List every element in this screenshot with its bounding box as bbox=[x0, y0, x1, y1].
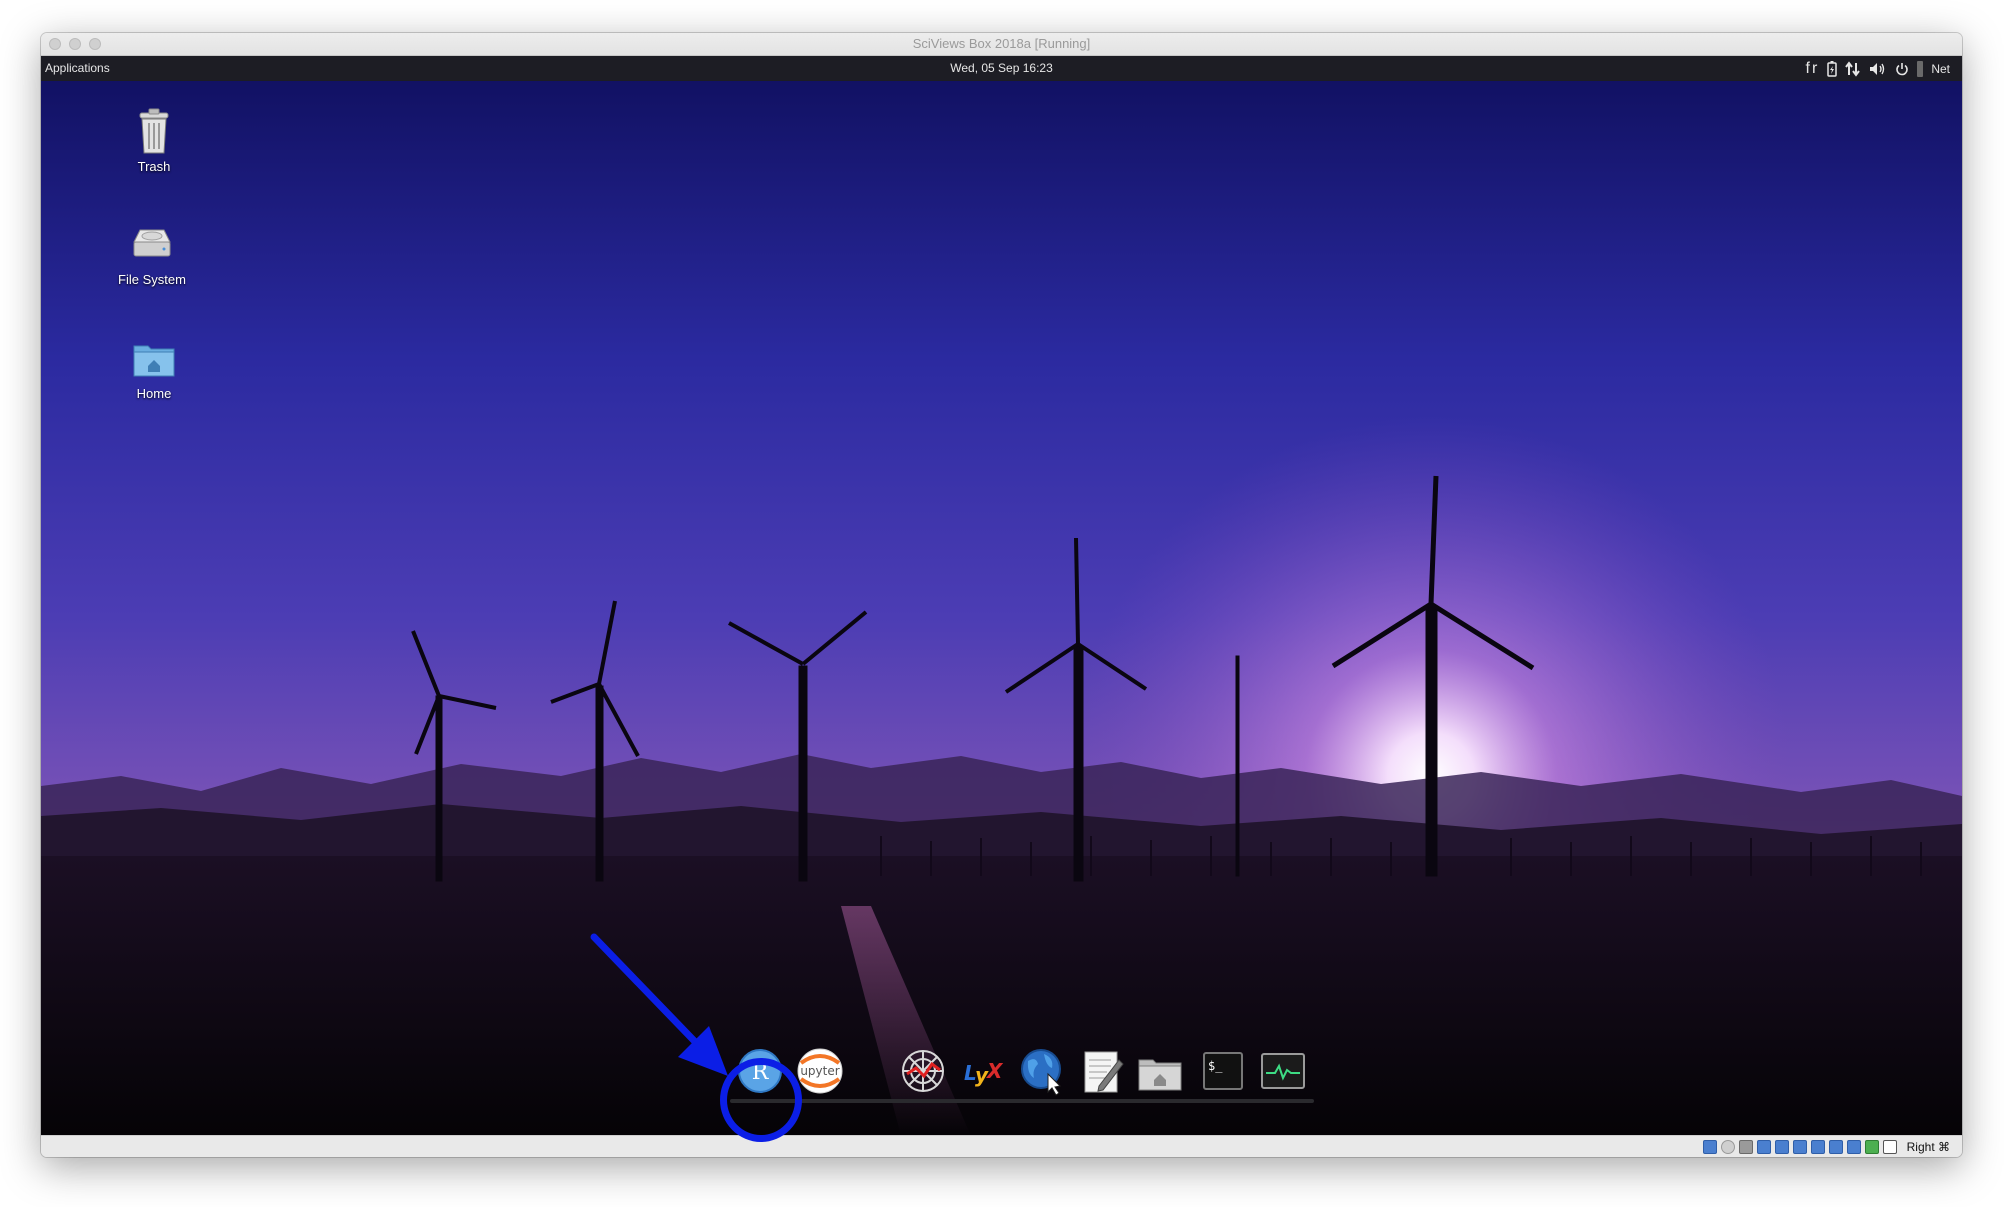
keyboard-capture-icon[interactable] bbox=[1882, 1139, 1897, 1154]
jupyter-glyph: upyter bbox=[800, 1064, 839, 1078]
window-title: SciViews Box 2018a [Running] bbox=[912, 36, 1091, 51]
guest-screen: Applications Wed, 05 Sep 16:23 fr Net Tr… bbox=[41, 56, 1962, 1136]
shared-folders-icon[interactable] bbox=[1792, 1139, 1807, 1154]
power-icon[interactable] bbox=[1895, 58, 1909, 79]
desktop-icon-label: Home bbox=[136, 386, 172, 401]
screenshot-page: SciViews Box 2018a [Running] Application… bbox=[0, 0, 2004, 1207]
desktop-icon-label: Trash bbox=[137, 159, 171, 174]
dock-item-terminal[interactable]: $_ bbox=[1199, 1046, 1249, 1096]
r-glyph: R bbox=[752, 1060, 770, 1085]
trash-icon bbox=[130, 107, 178, 155]
home-folder-icon bbox=[130, 334, 178, 382]
volume-icon[interactable] bbox=[1869, 58, 1887, 79]
globe-icon bbox=[1021, 1049, 1062, 1096]
panel-separator bbox=[1917, 60, 1924, 77]
dock-item-file-manager[interactable] bbox=[1135, 1046, 1185, 1096]
desktop-icon-label: File System bbox=[118, 272, 186, 287]
dock-item-web-browser[interactable] bbox=[1018, 1046, 1068, 1096]
desktop-icon-home[interactable]: Home bbox=[99, 334, 209, 401]
host-key-label[interactable]: Right ⌘ bbox=[1907, 1140, 1950, 1154]
guest-additions-icon[interactable] bbox=[1864, 1139, 1879, 1154]
desktop-wallpaper bbox=[41, 56, 1962, 1136]
home-folder-icon bbox=[1138, 1059, 1182, 1091]
virtualbox-status-bar: Right ⌘ bbox=[41, 1135, 1962, 1157]
cpu-icon[interactable] bbox=[1846, 1139, 1861, 1154]
dock-item-task-manager[interactable] bbox=[1258, 1046, 1308, 1096]
video-capture-icon[interactable] bbox=[1828, 1139, 1843, 1154]
terminal-glyph: $_ bbox=[1208, 1059, 1223, 1073]
audio-icon[interactable] bbox=[1738, 1139, 1753, 1154]
usb-icon[interactable] bbox=[1774, 1139, 1789, 1154]
network-adapter-icon[interactable] bbox=[1756, 1139, 1771, 1154]
desktop-icon-trash[interactable]: Trash bbox=[99, 107, 209, 174]
jupyter-icon: upyter bbox=[797, 1048, 843, 1094]
lyx-icon: L y X bbox=[964, 1059, 1004, 1087]
desktop-icon-file-system[interactable]: File System bbox=[97, 220, 207, 287]
network-transfer-icon[interactable] bbox=[1845, 58, 1861, 79]
text-editor-icon bbox=[1084, 1051, 1124, 1093]
virtualbox-titlebar[interactable]: SciViews Box 2018a [Running] bbox=[41, 33, 1962, 56]
dock-item-zotero-web[interactable] bbox=[898, 1046, 948, 1096]
svg-text:X: X bbox=[985, 1059, 1004, 1083]
status-icons: Right ⌘ bbox=[1702, 1138, 1950, 1155]
display-icon[interactable] bbox=[1810, 1139, 1825, 1154]
optical-drive-icon[interactable] bbox=[1720, 1139, 1735, 1154]
dock-item-lyx[interactable]: L y X bbox=[958, 1046, 1008, 1096]
dock-item-rstudio[interactable]: R bbox=[735, 1046, 785, 1096]
r-icon: R bbox=[738, 1049, 782, 1093]
dock-item-jupyter[interactable]: upyter bbox=[795, 1046, 845, 1096]
activity-monitor-icon bbox=[1261, 1053, 1305, 1089]
drive-icon bbox=[128, 220, 176, 268]
system-tray: fr Net bbox=[1806, 58, 1950, 79]
dock-item-text-editor[interactable] bbox=[1077, 1046, 1127, 1096]
network-label[interactable]: Net bbox=[1931, 58, 1950, 79]
terminal-icon: $_ bbox=[1203, 1052, 1243, 1090]
battery-icon[interactable] bbox=[1827, 58, 1838, 79]
top-panel: Applications Wed, 05 Sep 16:23 fr Net bbox=[41, 56, 1962, 81]
web-icon bbox=[902, 1050, 944, 1092]
panel-clock[interactable]: Wed, 05 Sep 16:23 bbox=[41, 61, 1962, 75]
hard-disk-icon[interactable] bbox=[1702, 1139, 1717, 1154]
virtualbox-window: SciViews Box 2018a [Running] Application… bbox=[41, 33, 1962, 1157]
keyboard-layout-indicator[interactable]: fr bbox=[1806, 58, 1820, 79]
dock-bar bbox=[730, 1099, 1314, 1103]
